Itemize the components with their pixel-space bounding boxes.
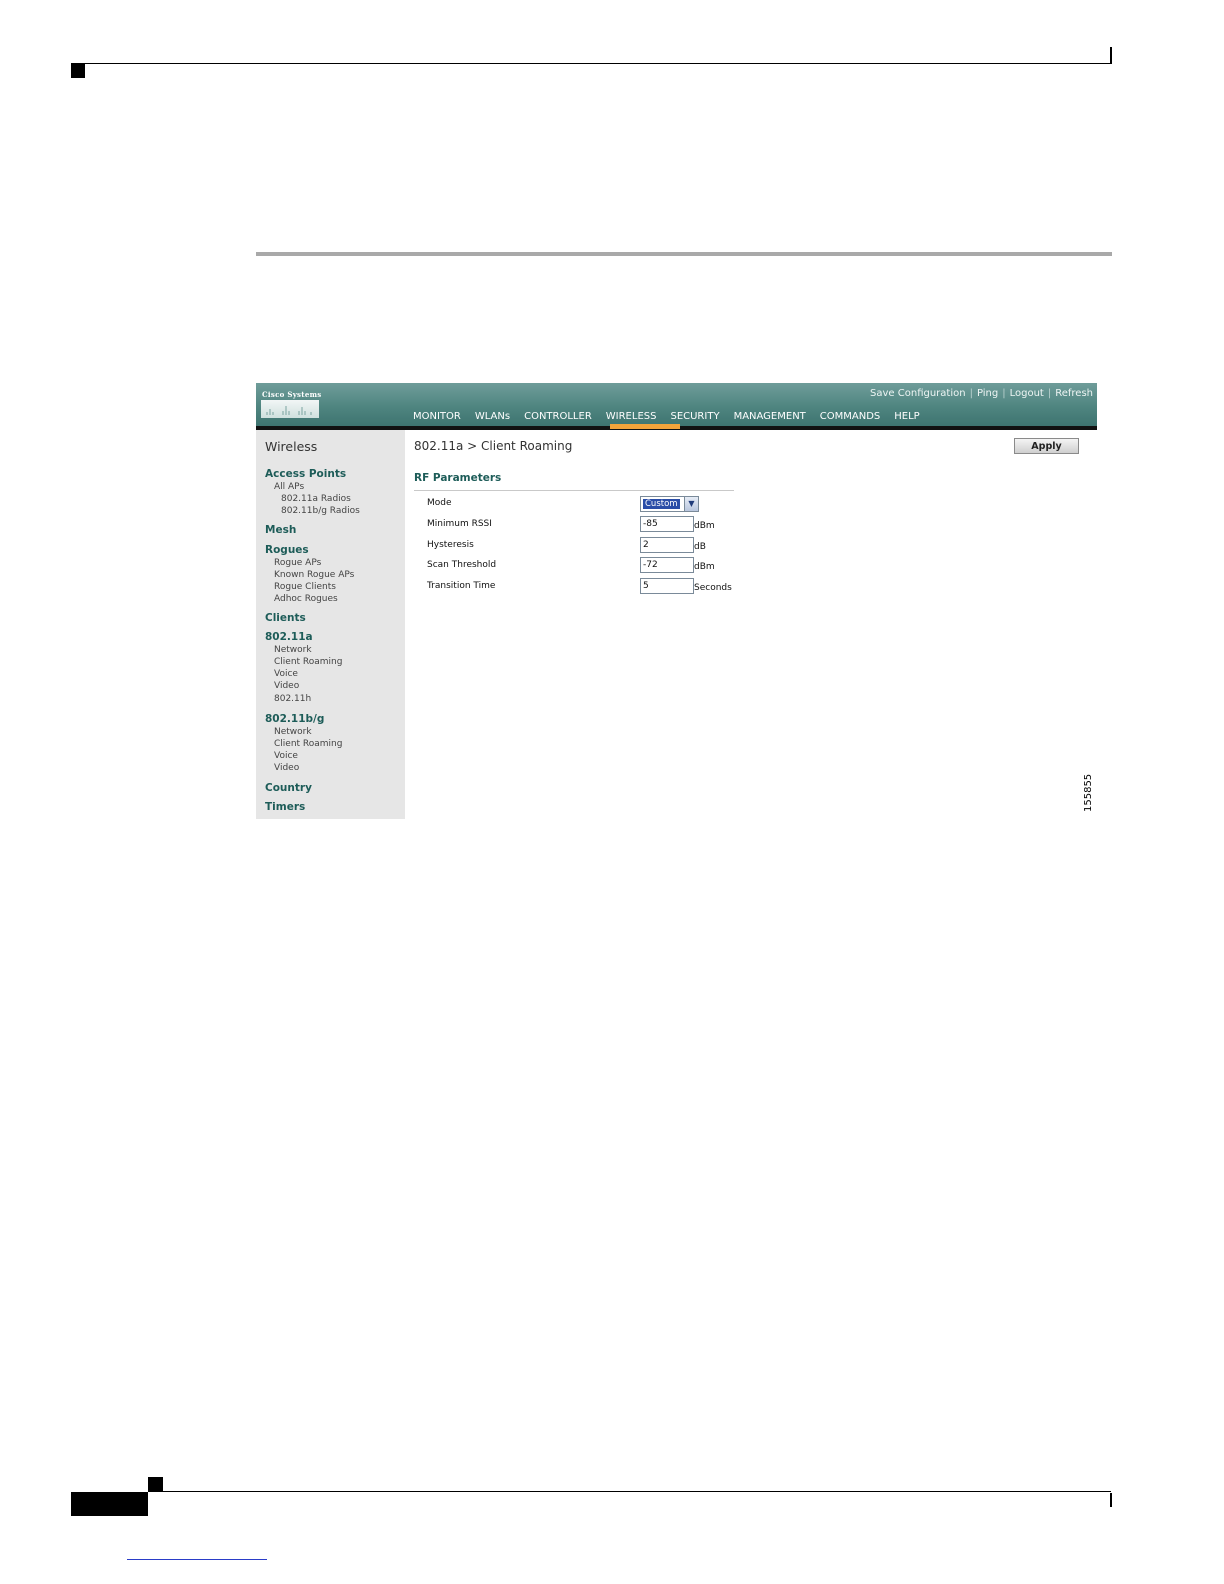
top-link-separator: | <box>1002 388 1006 399</box>
sidebar-item-rogues[interactable]: Rogues <box>265 544 309 556</box>
nav-monitor[interactable]: MONITOR <box>406 410 468 423</box>
minimum-rssi-input[interactable] <box>640 516 694 532</box>
sidebar-item-known-rogue-aps[interactable]: Known Rogue APs <box>274 570 354 580</box>
sidebar-item-a-network[interactable]: Network <box>274 645 312 655</box>
header-bar: Cisco Systems Save Configuration | Ping | Lo… <box>256 383 1097 426</box>
sidebar-item-a-client-roaming[interactable]: Client Roaming <box>274 657 342 667</box>
sidebar-item-clients[interactable]: Clients <box>265 612 306 624</box>
sidebar-item-a-802-11h[interactable]: 802.11h <box>274 694 311 704</box>
figure-number: 155855 <box>1083 773 1094 812</box>
sidebar-item-access-points[interactable]: Access Points <box>265 468 346 480</box>
transition-time-label: Transition Time <box>427 581 496 591</box>
hysteresis-input[interactable] <box>640 537 694 553</box>
sidebar-item-bg-network[interactable]: Network <box>274 727 312 737</box>
mode-label: Mode <box>427 498 452 508</box>
sidebar-item-a-voice[interactable]: Voice <box>274 669 298 679</box>
active-tab-indicator <box>610 424 680 429</box>
sidebar-item-country[interactable]: Country <box>265 782 312 794</box>
logo-text: Cisco Systems <box>262 390 322 399</box>
sidebar-item-802-11bg[interactable]: 802.11b/g <box>265 713 324 725</box>
nav-security[interactable]: SECURITY <box>663 410 726 423</box>
footer-link-underline[interactable] <box>127 1559 267 1560</box>
nav-controller[interactable]: CONTROLLER <box>517 410 599 423</box>
sidebar-item-all-aps[interactable]: All APs <box>274 482 304 492</box>
minimum-rssi-label: Minimum RSSI <box>427 519 492 529</box>
scan-threshold-input[interactable] <box>640 557 694 573</box>
logout-link[interactable]: Logout <box>1010 388 1044 399</box>
scan-threshold-label: Scan Threshold <box>427 560 497 570</box>
breadcrumb: 802.11a > Client Roaming <box>414 439 573 453</box>
save-configuration-link[interactable]: Save Configuration <box>870 388 966 399</box>
sidebar-item-adhoc-rogues[interactable]: Adhoc Rogues <box>274 594 338 604</box>
nav-commands[interactable]: COMMANDS <box>813 410 887 423</box>
sidebar-title: Wireless <box>265 439 318 454</box>
logo-bridge-icon <box>261 400 319 418</box>
footer-tick-mark <box>1110 1493 1112 1507</box>
sidebar-item-802-11a[interactable]: 802.11a <box>265 631 313 643</box>
footer-corner-block <box>71 1492 148 1516</box>
sidebar-item-a-video[interactable]: Video <box>274 681 299 691</box>
header-corner-block <box>71 64 85 78</box>
controller-screenshot: Cisco Systems Save Configuration | Ping | Lo… <box>256 383 1097 819</box>
mode-selected-value: Custom <box>643 499 680 509</box>
ping-link[interactable]: Ping <box>977 388 998 399</box>
scan-threshold-unit: dBm <box>694 562 715 572</box>
cisco-logo: Cisco Systems <box>261 389 321 421</box>
sidebar-item-802-11a-radios[interactable]: 802.11a Radios <box>281 494 351 504</box>
section-divider <box>256 252 1112 256</box>
nav-help[interactable]: HELP <box>887 410 926 423</box>
nav-management[interactable]: MANAGEMENT <box>727 410 813 423</box>
sidebar-item-bg-client-roaming[interactable]: Client Roaming <box>274 739 342 749</box>
minimum-rssi-unit: dBm <box>694 521 715 531</box>
hysteresis-label: Hysteresis <box>427 540 474 550</box>
sidebar-item-rogue-clients[interactable]: Rogue Clients <box>274 582 336 592</box>
sidebar: Wireless Access Points All APs 802.11a R… <box>256 430 405 819</box>
sidebar-item-802-11bg-radios[interactable]: 802.11b/g Radios <box>281 506 360 516</box>
transition-time-input[interactable] <box>640 578 694 594</box>
nav-wireless[interactable]: WIRELESS <box>599 410 664 423</box>
sidebar-item-mesh[interactable]: Mesh <box>265 524 296 536</box>
header-rule <box>71 63 1111 64</box>
sidebar-item-rogue-aps[interactable]: Rogue APs <box>274 558 321 568</box>
header-tick-mark <box>1110 47 1112 64</box>
refresh-link[interactable]: Refresh <box>1055 388 1093 399</box>
nav-wlans[interactable]: WLANs <box>468 410 517 423</box>
sidebar-item-timers[interactable]: Timers <box>265 801 305 813</box>
footer-corner-square <box>148 1477 163 1492</box>
chevron-down-icon[interactable]: ▼ <box>684 497 698 511</box>
footer-rule <box>148 1491 1111 1492</box>
sidebar-item-bg-video[interactable]: Video <box>274 763 299 773</box>
section-title: RF Parameters <box>414 472 502 484</box>
mode-select[interactable]: Custom ▼ <box>640 496 699 512</box>
top-links: Save Configuration | Ping | Logout | Refresh <box>870 388 1093 399</box>
sidebar-item-bg-voice[interactable]: Voice <box>274 751 298 761</box>
section-rule <box>414 490 734 491</box>
hysteresis-unit: dB <box>694 542 706 552</box>
top-link-separator: | <box>1047 388 1052 399</box>
apply-button[interactable]: Apply <box>1014 438 1079 454</box>
top-link-separator: | <box>969 388 973 399</box>
transition-time-unit: Seconds <box>694 583 732 593</box>
